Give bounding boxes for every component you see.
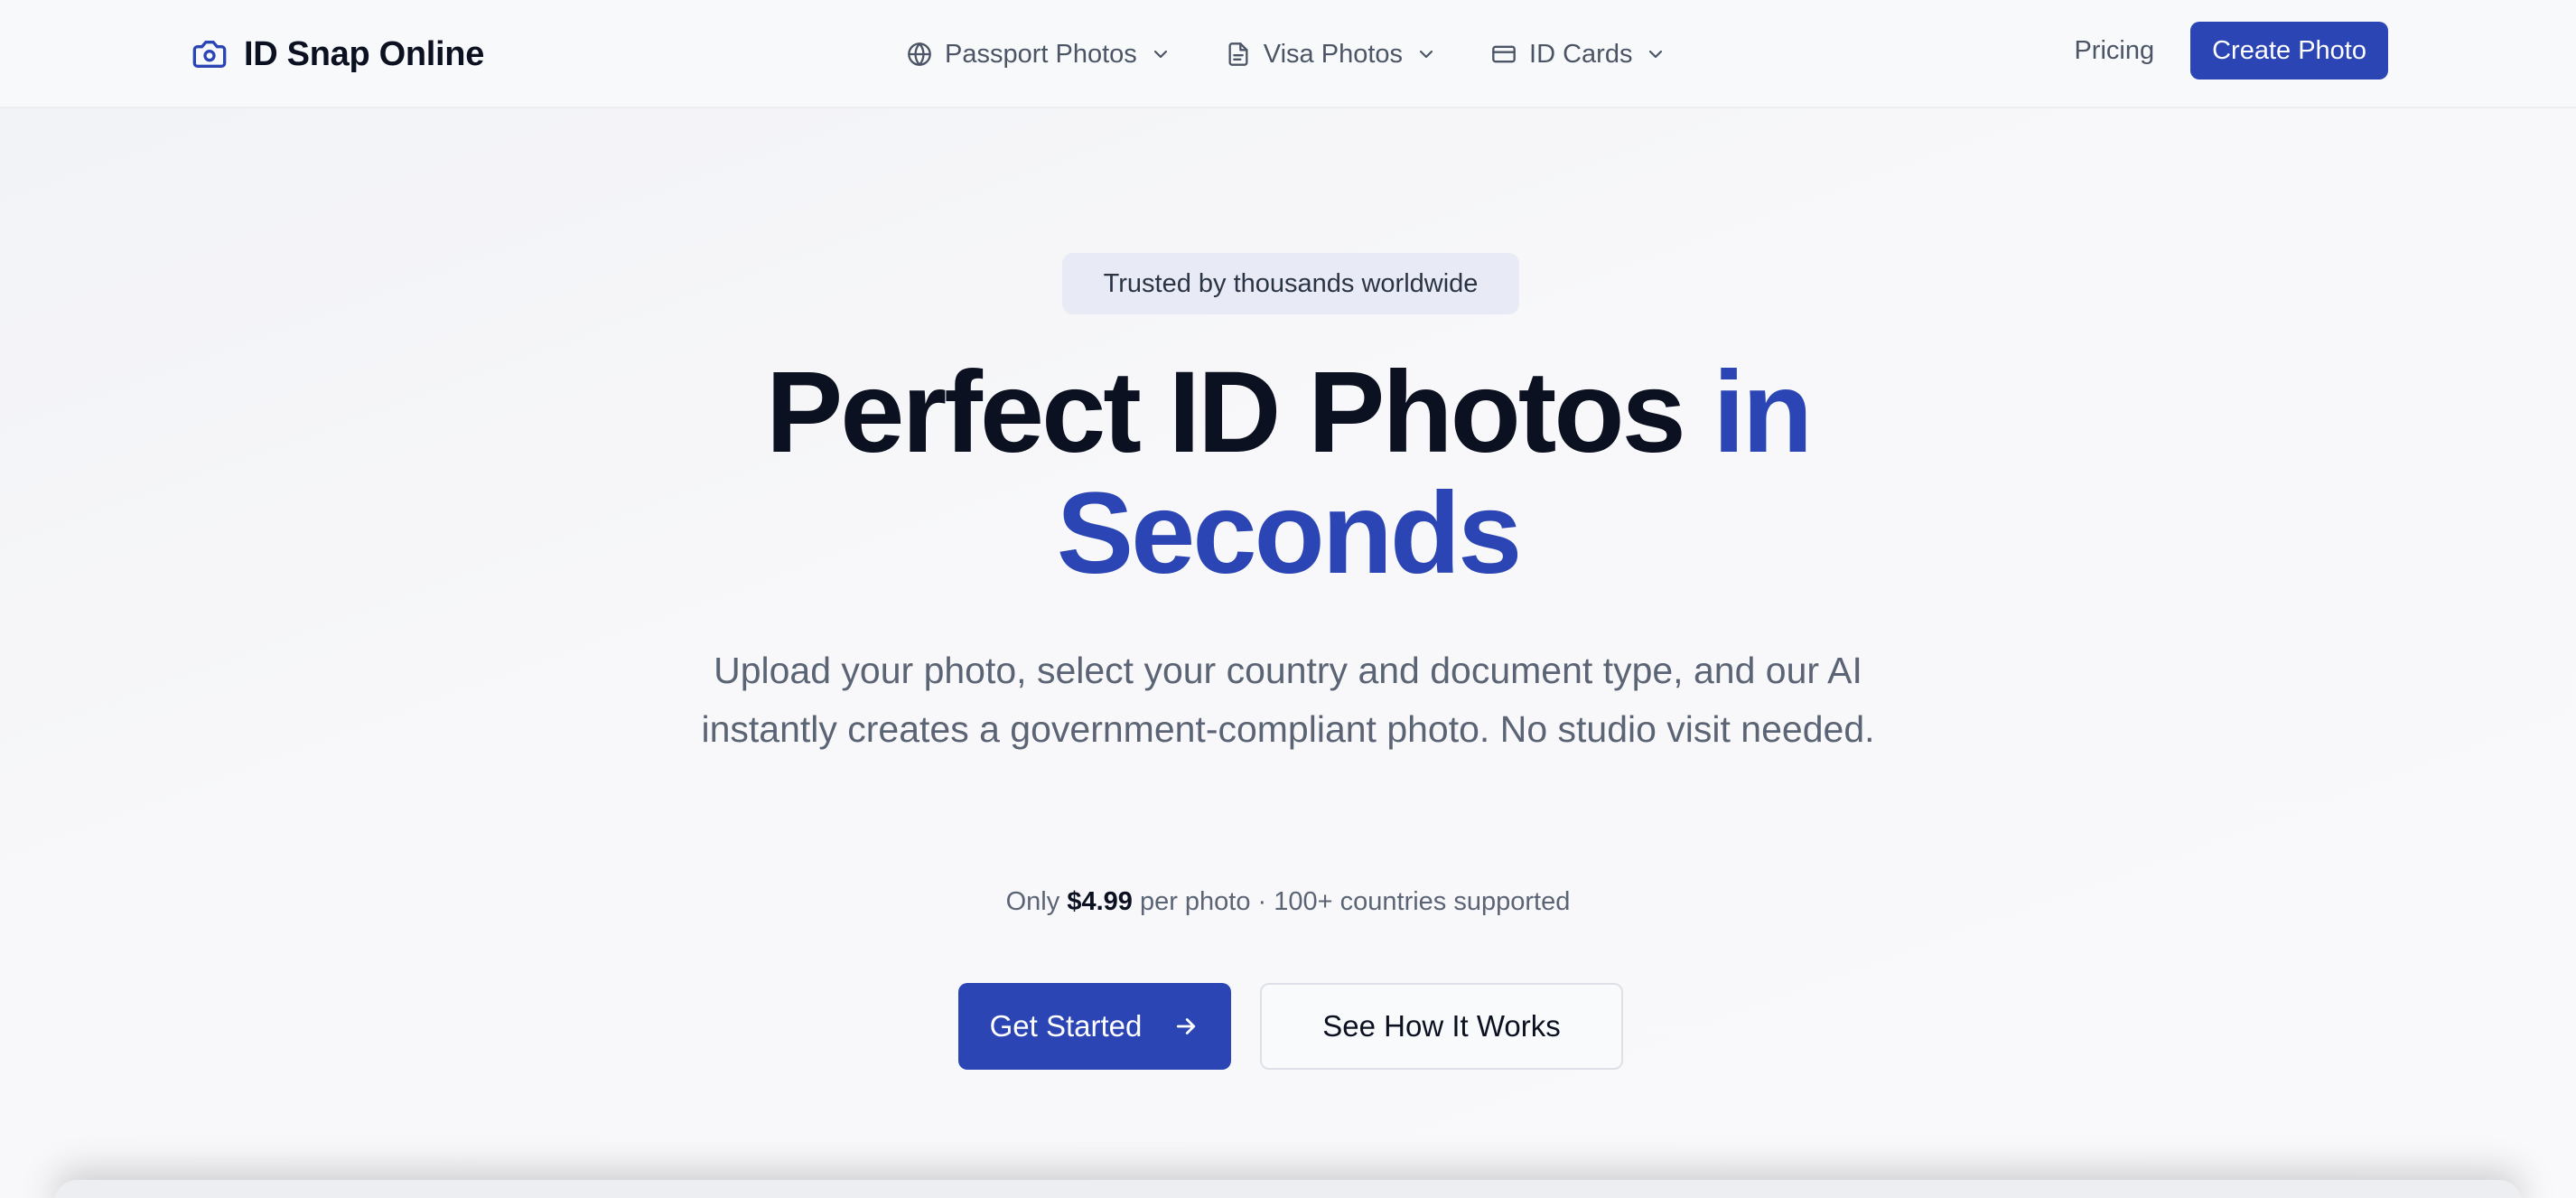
see-how-it-works-button[interactable]: See How It Works	[1260, 983, 1623, 1070]
chevron-down-icon	[1150, 43, 1171, 65]
nav-id-cards[interactable]: ID Cards	[1491, 40, 1666, 70]
preview-card-edge	[54, 1180, 2522, 1198]
camera-icon	[191, 36, 228, 72]
nav-visa-photos[interactable]: Visa Photos	[1226, 40, 1437, 70]
get-started-label: Get Started	[989, 1009, 1143, 1043]
headline-accent-in: in	[1713, 348, 1813, 477]
hero-subtitle: Upload your photo, select your country a…	[701, 650, 1875, 750]
hero-headline: Perfect ID Photos in Seconds	[0, 352, 2576, 594]
arrow-right-icon	[1172, 1013, 1199, 1040]
main-menu: Passport Photos Visa Photos ID Cards	[907, 27, 1666, 81]
trust-badge: Trusted by thousands worldwide	[1062, 253, 1519, 314]
nav-id-cards-label: ID Cards	[1529, 39, 1633, 69]
nav-actions: Pricing Create Photo	[2074, 22, 2388, 80]
get-started-button[interactable]: Get Started	[958, 983, 1231, 1070]
cta-row: Get Started See How It Works	[958, 983, 1623, 1070]
chevron-down-icon	[1415, 43, 1437, 65]
price-line: Only $4.99 per photo · 100+ countries su…	[0, 887, 2576, 917]
brand-logo[interactable]: ID Snap Online	[191, 27, 484, 81]
document-icon	[1226, 42, 1251, 67]
page: ID Snap Online Passport Photos Visa Phot…	[0, 0, 2576, 1198]
nav-passport-photos[interactable]: Passport Photos	[907, 40, 1171, 70]
nav-visa-label: Visa Photos	[1263, 39, 1404, 69]
nav-passport-label: Passport Photos	[945, 39, 1137, 69]
hero-section: Trusted by thousands worldwide Perfect I…	[0, 108, 2576, 1198]
chevron-down-icon	[1645, 43, 1666, 65]
credit-card-icon	[1491, 42, 1517, 67]
headline-main: Perfect ID Photos	[765, 348, 1713, 477]
create-photo-button[interactable]: Create Photo	[2190, 22, 2388, 80]
pricing-link[interactable]: Pricing	[2074, 36, 2154, 66]
top-navbar: ID Snap Online Passport Photos Visa Phot…	[0, 0, 2576, 108]
price-suffix: per photo · 100+ countries supported	[1132, 887, 1571, 916]
price-prefix: Only	[1005, 887, 1068, 916]
globe-icon	[907, 42, 932, 67]
brand-name: ID Snap Online	[244, 34, 485, 73]
headline-accent-seconds: Seconds	[1056, 469, 1522, 598]
price-value: $4.99	[1067, 887, 1133, 916]
